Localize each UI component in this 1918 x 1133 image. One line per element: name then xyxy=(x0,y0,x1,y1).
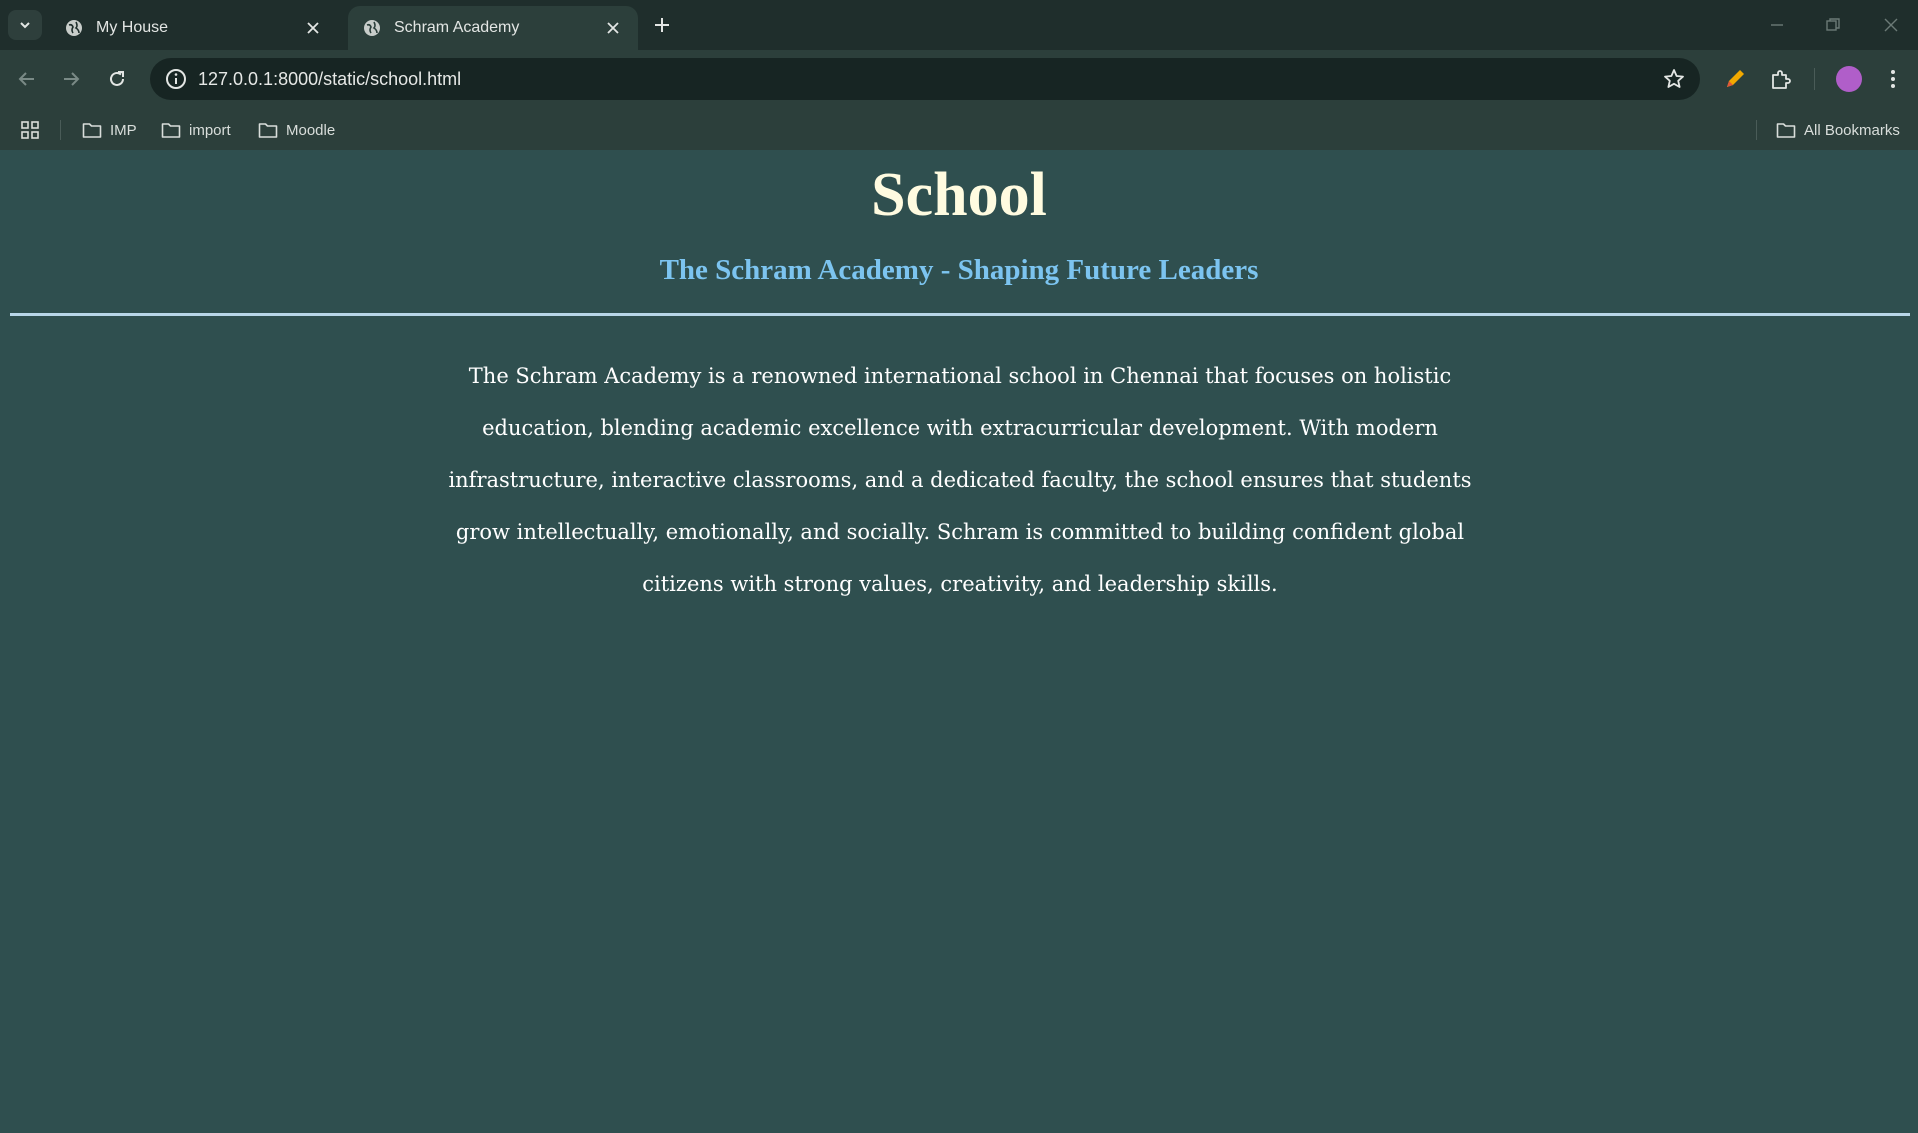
bookmark-label: IMP xyxy=(110,121,137,139)
extensions-button[interactable] xyxy=(1768,66,1794,92)
bookmarks-bar: IMP import Moodle All Bookmarks xyxy=(0,108,1918,150)
url-text[interactable]: 127.0.0.1:8000/static/school.html xyxy=(198,69,1662,90)
all-bookmarks-label: All Bookmarks xyxy=(1804,121,1900,139)
close-icon xyxy=(1884,18,1898,32)
profile-avatar[interactable] xyxy=(1836,66,1862,92)
tab-schram-academy[interactable]: Schram Academy xyxy=(348,6,638,50)
tab-my-house[interactable]: My House xyxy=(50,6,338,50)
bookmark-folder-import[interactable]: import xyxy=(161,118,231,142)
folder-icon xyxy=(82,123,102,138)
chevron-down-icon xyxy=(20,22,30,29)
puzzle-icon xyxy=(1772,70,1791,89)
plus-icon xyxy=(655,18,669,32)
apps-button[interactable] xyxy=(20,118,48,142)
pencil-icon xyxy=(1727,70,1744,87)
browser-toolbar: 127.0.0.1:8000/static/school.html xyxy=(0,50,1918,108)
bookmark-folder-imp[interactable]: IMP xyxy=(82,118,137,142)
page-subtitle: The Schram Academy - Shaping Future Lead… xyxy=(659,254,1259,286)
all-bookmarks-button[interactable]: All Bookmarks xyxy=(1776,118,1900,142)
intro-paragraph: The Schram Academy is a renowned interna… xyxy=(448,364,1472,596)
arrow-right-icon xyxy=(64,72,80,86)
browser-menu-button[interactable] xyxy=(1880,66,1906,92)
more-vertical-icon xyxy=(1891,70,1895,88)
restore-button[interactable] xyxy=(1818,12,1848,38)
close-tab-icon[interactable] xyxy=(602,17,624,39)
horizontal-rule xyxy=(10,313,1910,316)
restore-icon xyxy=(1826,18,1840,31)
minimize-button[interactable] xyxy=(1762,12,1792,38)
new-tab-button[interactable] xyxy=(650,12,674,38)
page-title: School xyxy=(871,161,1047,229)
tab-title: Schram Academy xyxy=(394,19,520,36)
page-content: School The Schram Academy - Shaping Futu… xyxy=(0,150,1918,1133)
globe-icon xyxy=(66,20,82,36)
bookmarks-divider xyxy=(60,120,61,140)
folder-icon xyxy=(161,123,181,138)
bookmark-label: import xyxy=(189,121,231,139)
bookmark-folder-moodle[interactable]: Moodle xyxy=(258,118,335,142)
back-button[interactable] xyxy=(14,66,40,92)
apps-grid-icon xyxy=(21,121,39,139)
close-window-button[interactable] xyxy=(1876,12,1906,38)
minimize-icon xyxy=(1771,24,1783,26)
reload-button[interactable] xyxy=(104,66,130,92)
tab-title: My House xyxy=(96,19,169,36)
bookmark-label: Moodle xyxy=(286,121,336,139)
pencil-extension-button[interactable] xyxy=(1722,66,1748,92)
reload-icon xyxy=(110,71,124,86)
site-info-icon[interactable] xyxy=(164,67,188,91)
bookmark-star-icon[interactable] xyxy=(1662,67,1686,91)
tab-strip: My House Schram Academy xyxy=(0,0,1918,50)
toolbar-divider xyxy=(1814,68,1815,90)
arrow-left-icon xyxy=(18,72,34,86)
tab-search-button[interactable] xyxy=(8,10,42,40)
address-bar[interactable]: 127.0.0.1:8000/static/school.html xyxy=(150,58,1700,100)
folder-icon xyxy=(1776,123,1796,138)
folder-icon xyxy=(258,123,278,138)
close-tab-icon[interactable] xyxy=(302,17,324,39)
globe-icon xyxy=(364,20,380,36)
bookmarks-divider xyxy=(1756,120,1757,140)
forward-button[interactable] xyxy=(58,66,84,92)
